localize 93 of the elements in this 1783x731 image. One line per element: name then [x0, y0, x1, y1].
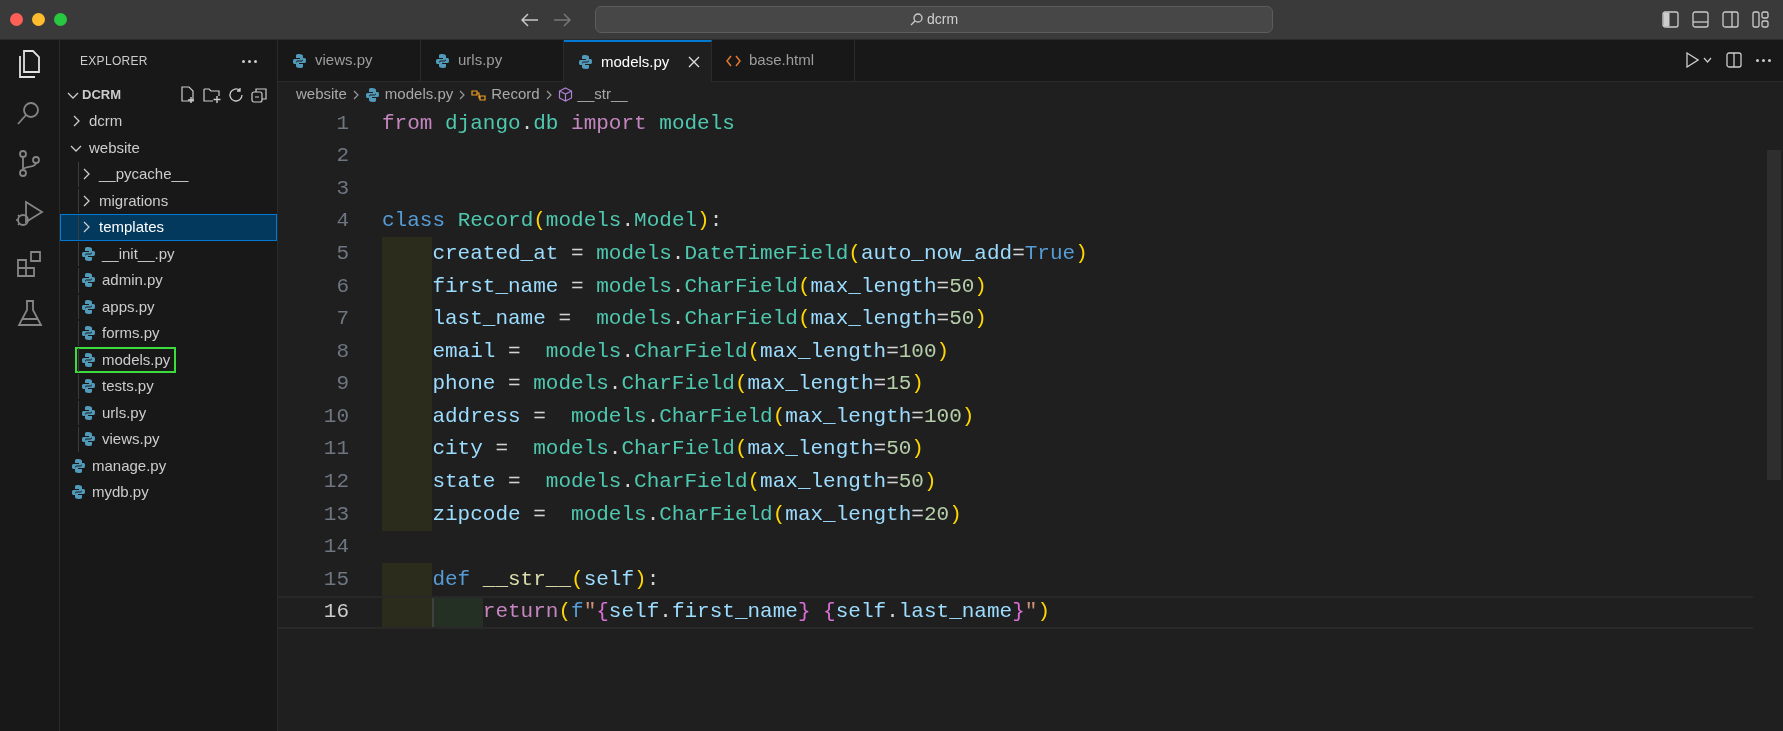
breadcrumb-item[interactable]: Record [471, 83, 540, 106]
code-line: last_name = models.CharField(max_length=50) [432, 306, 987, 333]
more-actions-icon[interactable] [1756, 58, 1771, 62]
line-number: 11 [322, 436, 349, 463]
maximize-window-button[interactable] [54, 13, 67, 26]
tree-item[interactable]: __pycache__ [60, 161, 277, 188]
new-file-icon[interactable] [179, 86, 196, 104]
line-number: 4 [335, 208, 349, 235]
class-icon [471, 87, 487, 102]
tree-item[interactable]: migrations [60, 187, 277, 214]
line-number: 14 [322, 534, 349, 561]
code-line: from django.db import models [382, 110, 735, 137]
python-file-icon [364, 86, 380, 103]
run-icon[interactable] [1685, 52, 1699, 68]
code-line: first_name = models.CharField(max_length=50) [432, 273, 987, 300]
code-line: zipcode = models.CharField(max_length=20) [432, 501, 962, 528]
tree-item[interactable]: forms.py [60, 320, 277, 347]
python-file-icon [81, 245, 96, 262]
line-number: 7 [335, 306, 349, 333]
line-number: 3 [335, 175, 349, 202]
python-file-icon [81, 325, 96, 342]
line-number: 15 [322, 566, 349, 593]
refresh-icon[interactable] [228, 87, 244, 103]
panel-layout-icon[interactable] [1692, 11, 1709, 28]
more-actions-icon[interactable] [242, 59, 257, 63]
code-line: created_at = models.DateTimeField(auto_now_add=True) [432, 240, 1088, 267]
line-number: 6 [335, 273, 349, 300]
breadcrumb-item[interactable]: models.py [364, 83, 454, 106]
python-file-icon [71, 457, 86, 474]
forward-arrow-icon[interactable] [553, 12, 571, 27]
line-number: 13 [322, 501, 349, 528]
line-number: 9 [335, 371, 349, 398]
breadcrumb-item[interactable]: __str__ [557, 83, 628, 106]
python-file-icon [71, 484, 86, 501]
tree-item[interactable]: mydb.py [60, 479, 277, 506]
editor-tab[interactable]: urls.py [421, 40, 564, 82]
tree-item[interactable]: dcrm [60, 108, 277, 135]
cube-icon [557, 87, 573, 102]
line-number: 2 [335, 143, 349, 170]
python-file-icon [292, 52, 307, 69]
collapse-all-icon[interactable] [251, 87, 267, 103]
line-number: 8 [335, 338, 349, 365]
section-title: DCRM [82, 86, 121, 105]
editor-tab[interactable]: models.py [564, 40, 712, 82]
code-line: state = models.CharField(max_length=50) [432, 469, 937, 496]
code-line: email = models.CharField(max_length=100) [432, 338, 950, 365]
code-line: address = models.CharField(max_length=100) [432, 403, 975, 430]
tree-item[interactable]: admin.py [60, 267, 277, 294]
python-file-icon [81, 378, 96, 395]
code-line: def __str__(self): [432, 566, 660, 593]
split-layout-icon[interactable] [1722, 11, 1739, 28]
python-file-icon [81, 404, 96, 421]
line-number: 16 [322, 599, 349, 626]
back-arrow-icon[interactable] [521, 12, 539, 27]
section-header[interactable]: DCRM [60, 82, 277, 108]
editor-tab[interactable]: views.py [278, 40, 421, 82]
python-file-icon [81, 431, 96, 448]
tree-item[interactable]: apps.py [60, 293, 277, 320]
python-file-icon [81, 351, 96, 368]
close-window-button[interactable] [10, 13, 23, 26]
code-line: class Record(models.Model): [382, 208, 723, 235]
tree-item[interactable]: views.py [60, 426, 277, 453]
line-number: 10 [322, 403, 349, 430]
tree-item[interactable]: templates [60, 214, 277, 241]
python-file-icon [578, 54, 593, 70]
new-folder-icon[interactable] [203, 86, 221, 104]
tree-item[interactable]: urls.py [60, 399, 277, 426]
breadcrumb-item[interactable]: website [296, 83, 347, 106]
python-file-icon [81, 272, 96, 289]
code-line: return(f"{self.first_name} {self.last_name}") [482, 599, 1050, 626]
sidebar-layout-icon[interactable] [1662, 11, 1679, 28]
close-icon[interactable] [687, 55, 701, 69]
line-number: 12 [322, 469, 349, 496]
tree-item[interactable]: website [60, 134, 277, 161]
search-field[interactable]: dcrm [595, 6, 1273, 33]
caret-icon[interactable] [1703, 57, 1712, 63]
tree-item[interactable]: models.py [60, 346, 277, 373]
search-icon [909, 13, 923, 26]
python-file-icon [435, 52, 450, 69]
split-editor-icon[interactable] [1726, 52, 1742, 68]
python-file-icon [81, 298, 96, 315]
line-number: 5 [335, 240, 349, 267]
line-number: 1 [335, 110, 349, 137]
customize-layout-icon[interactable] [1752, 11, 1769, 28]
minimize-window-button[interactable] [32, 13, 45, 26]
code-line: phone = models.CharField(max_length=15) [432, 371, 924, 398]
sidebar-title: EXPLORER [80, 53, 148, 70]
code-line: city = models.CharField(max_length=50) [432, 436, 924, 463]
html-file-icon [726, 53, 741, 68]
editor-tab[interactable]: base.html [712, 40, 855, 82]
tree-item[interactable]: tests.py [60, 373, 277, 400]
tree-item[interactable]: __init__.py [60, 240, 277, 267]
tree-item[interactable]: manage.py [60, 452, 277, 479]
